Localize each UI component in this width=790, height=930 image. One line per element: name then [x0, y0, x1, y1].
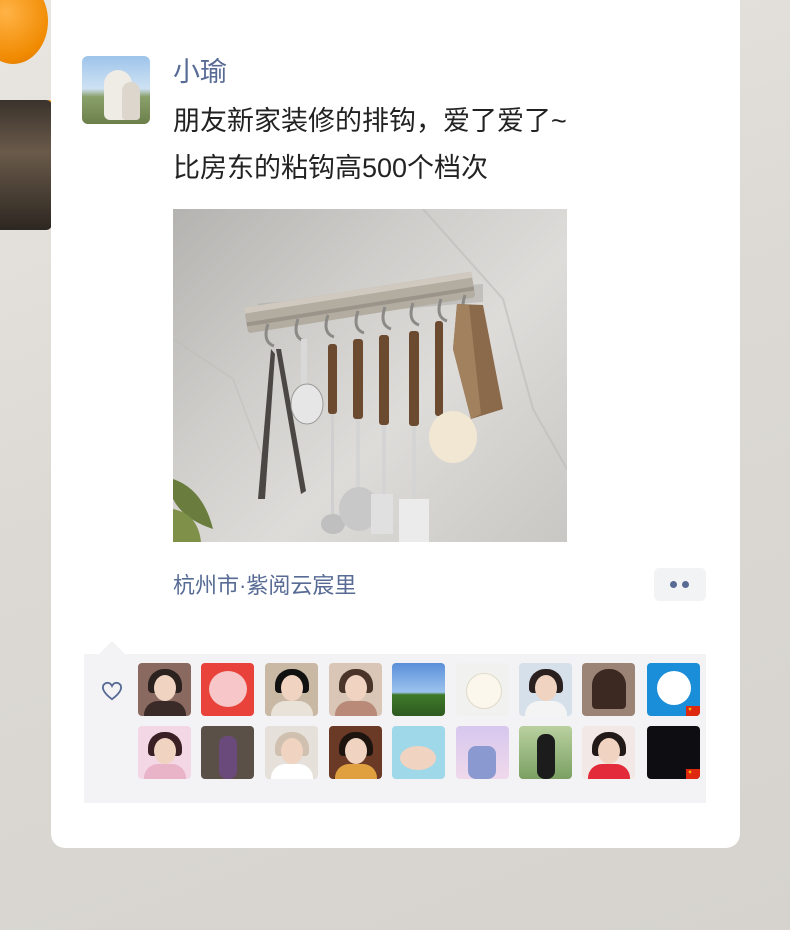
liker-avatar[interactable] — [329, 663, 382, 716]
avatar-face — [345, 675, 367, 701]
liker-avatar[interactable] — [329, 726, 382, 779]
avatar-body — [219, 736, 237, 779]
post-location[interactable]: 杭州市·紫阅云宸里 — [173, 568, 356, 600]
post-text-line-2: 比房东的粘钩高500个档次 — [173, 153, 489, 183]
liker-avatar[interactable] — [519, 663, 572, 716]
avatar-face — [209, 671, 247, 707]
liker-avatar[interactable] — [138, 726, 191, 779]
avatar-body — [335, 701, 377, 716]
avatar-face — [345, 738, 367, 764]
hook-rail-illustration — [173, 209, 567, 542]
avatar-body — [271, 764, 313, 779]
avatar-face — [598, 738, 620, 764]
avatar-face — [281, 675, 303, 701]
liker-avatar[interactable] — [138, 663, 191, 716]
avatar-face — [466, 673, 502, 709]
liker-avatar[interactable] — [456, 726, 509, 779]
avatar-face — [535, 675, 557, 701]
avatar-body — [468, 746, 496, 779]
avatar-face — [154, 738, 176, 764]
post-photo[interactable] — [173, 209, 567, 542]
avatar-face — [657, 671, 691, 705]
liker-avatar[interactable] — [456, 663, 509, 716]
avatar-body — [335, 764, 377, 779]
likes-panel — [84, 654, 706, 803]
poster-avatar[interactable] — [82, 56, 150, 124]
avatar-body — [144, 764, 186, 779]
avatar-body — [144, 701, 186, 716]
avatar-face — [154, 675, 176, 701]
liker-avatar[interactable] — [647, 726, 700, 779]
liker-avatar[interactable] — [582, 663, 635, 716]
flag-icon — [686, 706, 700, 716]
avatar-body — [525, 701, 567, 716]
heart-outline-icon — [101, 681, 123, 701]
liker-avatar[interactable] — [392, 663, 445, 716]
post-text-line-1: 朋友新家装修的排钩，爱了爱了~ — [173, 106, 567, 136]
post-text: 朋友新家装修的排钩，爱了爱了~ 比房东的粘钩高500个档次 — [173, 98, 713, 192]
avatar-body — [588, 764, 630, 779]
avatar-hair — [592, 669, 626, 709]
more-actions-button[interactable] — [654, 568, 706, 601]
flag-icon — [686, 769, 700, 779]
liker-avatar[interactable] — [265, 663, 318, 716]
poster-username[interactable]: 小瑜 — [173, 50, 227, 89]
liker-avatar[interactable] — [647, 663, 700, 716]
avatar-body — [537, 734, 555, 779]
background-orange — [0, 0, 48, 64]
avatar-face — [400, 746, 436, 770]
background-tray — [0, 100, 52, 230]
avatar-figure-dog — [122, 82, 140, 120]
avatar-face — [281, 738, 303, 764]
liker-avatar[interactable] — [519, 726, 572, 779]
liker-avatar[interactable] — [582, 726, 635, 779]
more-dot-icon — [682, 581, 689, 588]
moment-card: 小瑜 朋友新家装修的排钩，爱了爱了~ 比房东的粘钩高500个档次 杭州市·紫阅云… — [51, 0, 740, 848]
liker-avatar[interactable] — [201, 663, 254, 716]
more-dot-icon — [670, 581, 677, 588]
liker-avatar[interactable] — [265, 726, 318, 779]
likes-pointer — [99, 641, 125, 654]
avatar-body — [271, 701, 313, 716]
liker-avatar[interactable] — [392, 726, 445, 779]
liker-avatar[interactable] — [201, 726, 254, 779]
